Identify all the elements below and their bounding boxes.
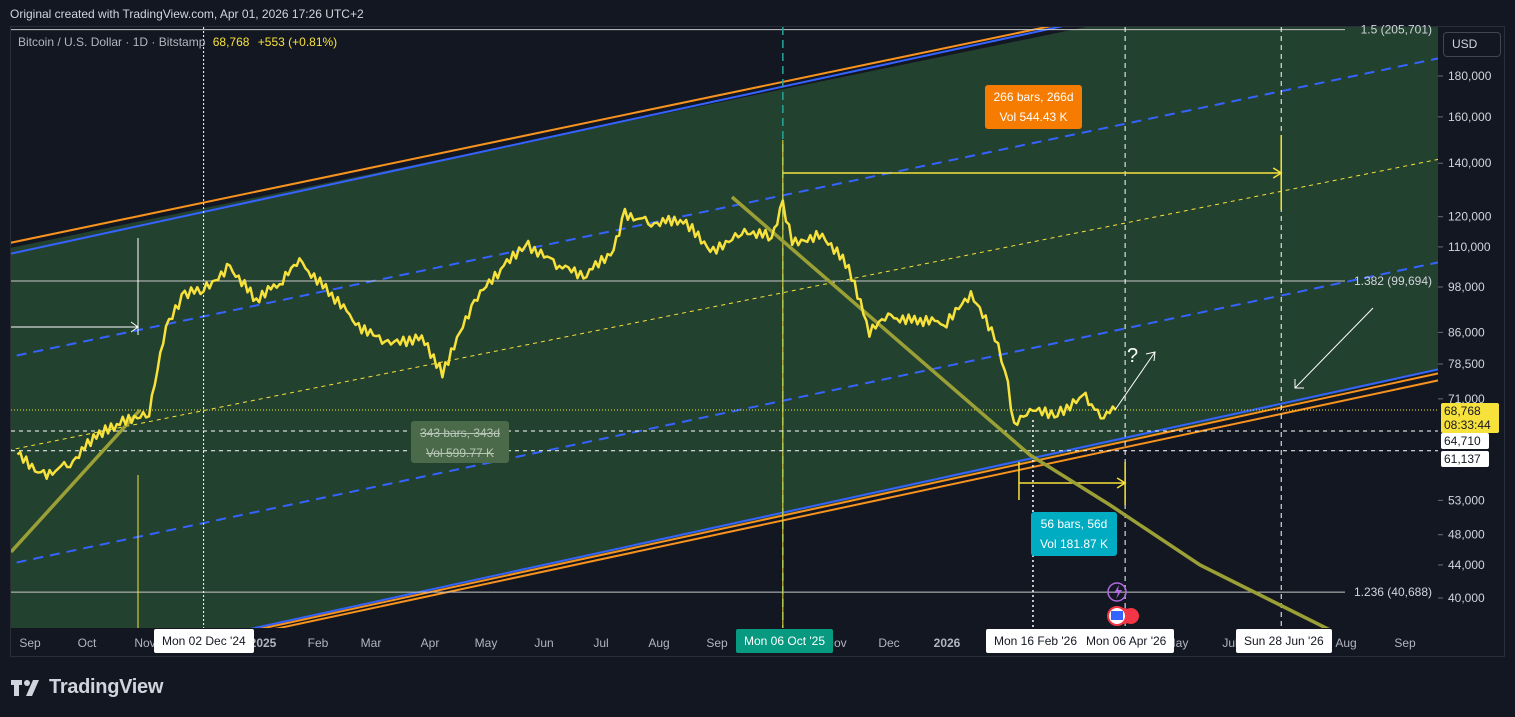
y-tick-label: 180,000 [1448, 69, 1492, 83]
price-change: +553 (+0.81%) [257, 35, 338, 49]
y-tick-label: 44,000 [1448, 558, 1485, 572]
y-tick-label: 40,000 [1448, 591, 1485, 605]
x-tick-label: Dec [878, 636, 899, 650]
price-label-value: 68,768 [1444, 404, 1481, 418]
x-tick-label: Mar [361, 636, 382, 650]
measure-box: 56 bars, 56d Vol 181.87 K [1031, 512, 1117, 556]
y-tick-label: 48,000 [1448, 528, 1485, 542]
x-tick-label: Aug [1335, 636, 1356, 650]
channel-fill [11, 27, 1438, 628]
price-label: 61,137 [1441, 451, 1489, 467]
measure-volume: Vol 544.43 K [999, 110, 1068, 124]
price-label-countdown: 08:33:44 [1444, 418, 1491, 432]
measure-volume: Vol 599.77 K [425, 446, 495, 460]
fib-level-label: 1.236 (40,688) [1354, 585, 1432, 599]
question-mark: ? [1127, 345, 1138, 367]
x-tick-label: Feb [308, 636, 329, 650]
price-label: 68,768 08:33:44 [1441, 403, 1499, 433]
currency-button[interactable]: USD [1443, 32, 1501, 57]
y-tick-label: 120,000 [1448, 210, 1492, 224]
y-tick-label: 140,000 [1448, 156, 1492, 170]
date-badge: Mon 16 Feb '26 [986, 629, 1086, 653]
fib-level-label: 1.5 (205,701) [1361, 23, 1432, 37]
measure-box: 266 bars, 266d Vol 544.43 K [985, 85, 1082, 129]
measure-range: 343 bars, 343d [419, 426, 501, 440]
x-tick-label: Sep [19, 636, 41, 650]
date-badge: Mon 06 Apr '26 [1078, 629, 1175, 653]
x-tick-label: May [475, 636, 498, 650]
price-label-value: 64,710 [1444, 434, 1481, 448]
last-price: 68,768 [212, 35, 250, 49]
symbol-legend: Bitcoin / U.S. Dollar · 1D · Bitstamp 68… [18, 35, 337, 49]
x-tick-label: Aug [648, 636, 669, 650]
x-tick-label: Oct [78, 636, 97, 650]
x-tick-label: Sep [706, 636, 728, 650]
date-badge: Sun 28 Jun '26 [1236, 629, 1332, 653]
date-badge: Mon 06 Oct '25 [736, 629, 833, 653]
x-tick-label: 2026 [934, 636, 961, 650]
x-tick-label: Nov [134, 636, 155, 650]
y-tick-label: 160,000 [1448, 110, 1492, 124]
y-tick-label: 98,000 [1448, 280, 1485, 294]
price-label-value: 61,137 [1444, 452, 1481, 466]
measure-volume: Vol 181.87 K [1039, 537, 1109, 551]
fib-level-label: 1.382 (99,694) [1354, 274, 1432, 288]
y-tick-label: 78,500 [1448, 357, 1485, 371]
measure-range: 266 bars, 266d [993, 90, 1074, 104]
x-tick-label: 2025 [250, 636, 277, 650]
x-tick-label: Jul [593, 636, 608, 650]
y-tick-label: 110,000 [1448, 240, 1491, 254]
plot-area: ? [11, 27, 1438, 628]
measure-range: 56 bars, 56d [1040, 517, 1108, 531]
brand-name: TradingView [49, 676, 164, 698]
x-tick-label: Sep [1394, 636, 1416, 650]
price-chart[interactable]: ? 1.5 (205,701) 1.382 (99,694) 1.236 (40,68… [0, 0, 1515, 717]
measure-box: 343 bars, 343d Vol 599.77 K [411, 421, 509, 463]
symbol-name: Bitcoin / U.S. Dollar · 1D · Bitstamp [18, 35, 206, 49]
price-label: 64,710 [1441, 433, 1489, 449]
tradingview-logo: TradingView [11, 676, 163, 699]
y-tick-label: 86,000 [1448, 325, 1485, 339]
x-tick-label: Apr [421, 636, 440, 650]
x-tick-label: Jun [534, 636, 553, 650]
date-badge: Mon 02 Dec '24 [154, 629, 254, 653]
us-flag-canton [1111, 611, 1123, 620]
y-tick-label: 53,000 [1448, 493, 1485, 507]
tradingview-logo-icon [11, 679, 39, 696]
